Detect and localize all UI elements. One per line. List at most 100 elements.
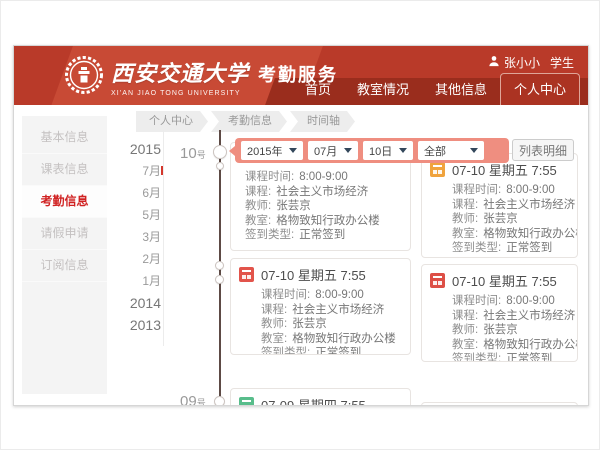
card-field-value: 正常签到 xyxy=(315,347,361,355)
card-pointer xyxy=(230,398,232,406)
sidebar-item-basic-info[interactable]: 基本信息 xyxy=(22,122,107,154)
card-field-value: 8:00-9:00 xyxy=(506,295,555,307)
month-nav-mar[interactable]: 3月 xyxy=(117,226,161,248)
chevron-down-icon xyxy=(399,148,407,153)
attendance-card: 07-09 星期四 7:55 xyxy=(230,388,411,406)
card-field-label: 课程: xyxy=(452,199,478,211)
sidebar-item-schedule-info[interactable]: 课表信息 xyxy=(22,154,107,186)
card-field: 教室:格物致知行政办公楼 xyxy=(261,332,402,347)
breadcrumb-timeline[interactable]: 时间轴 xyxy=(290,111,355,132)
card-header: 07-10 星期五 7:55 xyxy=(422,265,577,292)
sidebar-item-attendance-info[interactable]: 考勤信息 xyxy=(22,186,107,218)
nav-other-info[interactable]: 其他信息 xyxy=(422,74,500,105)
card-field-value: 张芸京 xyxy=(276,200,311,212)
card-field-value: 社会主义市场经济 xyxy=(483,199,575,211)
nav-home[interactable]: 首页 xyxy=(292,74,344,105)
sidebar: 基本信息 课表信息 考勤信息 请假申请 订阅信息 xyxy=(22,116,107,394)
card-field-label: 签到类型: xyxy=(245,229,294,241)
card-field: 课程: 社会主义市场经济 xyxy=(261,303,402,318)
attendance-card: 07-10 星期五 7:55 课程时间:8:00-9:00课程:社会主义市场经济… xyxy=(421,153,578,258)
attendance-card: 07-10 星期五 7:55 课程时间: 8:00-9:00 课程:社会主义市场经济… xyxy=(421,264,578,362)
year-nav-2015[interactable]: 2015 xyxy=(117,138,161,160)
month-nav-jul[interactable]: 7月 xyxy=(117,160,161,182)
sidebar-item-leave-request[interactable]: 请假申请 xyxy=(22,218,107,250)
card-field: 签到类型: 正常签到 xyxy=(261,346,402,355)
year-select[interactable]: 2015年 xyxy=(241,141,303,160)
list-detail-button[interactable]: 列表明细 xyxy=(512,139,574,161)
year-nav-divider xyxy=(163,130,164,346)
month-nav-jun[interactable]: 6月 xyxy=(117,182,161,204)
user-info[interactable]: 张小小 学生 xyxy=(488,54,574,71)
card-field-value: 格物致知行政办公楼 xyxy=(483,228,578,240)
year-nav-2014[interactable]: 2014 xyxy=(117,292,161,314)
sidebar-item-subscription-info[interactable]: 订阅信息 xyxy=(22,250,107,282)
card-field-label: 签到类型: xyxy=(452,353,501,362)
nav-classrooms[interactable]: 教室情况 xyxy=(344,74,422,105)
card-field: 课程时间:8:00-9:00 xyxy=(452,183,569,198)
card-field-value: 社会主义市场经济 xyxy=(276,186,368,198)
card-field: 签到类型: 正常签到 xyxy=(452,352,569,362)
user-icon xyxy=(488,55,500,70)
card-field-label: 教室: xyxy=(452,339,478,351)
card-field-value: 8:00-9:00 xyxy=(299,171,348,183)
breadcrumb-attendance-info[interactable]: 考勤信息 xyxy=(211,111,287,132)
calendar-icon xyxy=(239,267,254,282)
card-field-value: 张芸京 xyxy=(292,318,327,330)
attendance-card xyxy=(421,402,578,406)
day-select-value: 10日 xyxy=(369,143,392,159)
card-field: 课程:社会主义市场经济 xyxy=(452,198,569,213)
card-title: 07-09 星期四 7:55 xyxy=(261,395,366,406)
card-field-value: 社会主义市场经济 xyxy=(483,310,575,322)
university-name-cn: 西安交通大学 xyxy=(111,56,249,88)
month-nav-may[interactable]: 5月 xyxy=(117,204,161,226)
card-field-label: 教室: xyxy=(245,215,271,227)
card-field-value: 格物致知行政办公楼 xyxy=(483,339,578,351)
card-field-value: 张芸京 xyxy=(483,324,518,336)
card-field: 课程:社会主义市场经济 xyxy=(452,309,569,324)
chevron-down-icon xyxy=(344,148,352,153)
card-field-value: 社会主义市场经济 xyxy=(292,304,384,316)
card-field-label: 课程时间: xyxy=(452,295,501,307)
card-field: 教师: 张芸京 xyxy=(452,323,569,338)
card-field: 教室: 格物致知行政办公楼 xyxy=(245,214,402,229)
day-marker-09: 09号 xyxy=(180,393,206,406)
month-nav-feb[interactable]: 2月 xyxy=(117,248,161,270)
month-nav-jan[interactable]: 1月 xyxy=(117,270,161,292)
top-nav: 首页 教室情况 其他信息 个人中心 xyxy=(292,73,580,105)
timeline-node xyxy=(215,275,224,284)
year-nav-2013[interactable]: 2013 xyxy=(117,314,161,336)
card-field-label: 课程: xyxy=(245,186,271,198)
card-fields: 课程时间:8:00-9:00课程:社会主义市场经济教师:张芸京教室:格物致知行政… xyxy=(231,286,410,355)
timeline-year-nav: 2015 7月 6月 5月 3月 2月 1月 2014 2013 xyxy=(117,138,161,336)
category-select[interactable]: 全部 xyxy=(418,141,484,160)
chevron-down-icon xyxy=(470,148,478,153)
card-field: 教师:张芸京 xyxy=(452,212,569,227)
card-field-label: 签到类型: xyxy=(261,347,310,355)
card-field: 课程: 社会主义市场经济 xyxy=(245,185,402,200)
card-header: 07-10 星期五 7:55 xyxy=(231,259,410,286)
timeline-node xyxy=(216,162,224,170)
card-field: 课程时间:8:00-9:00 xyxy=(245,170,402,185)
current-month-marker xyxy=(161,166,163,175)
card-field-label: 教师: xyxy=(452,324,478,336)
day-select[interactable]: 10日 xyxy=(363,141,413,160)
card-field-label: 课程时间: xyxy=(452,184,501,196)
card-title: 07-10 星期五 7:55 xyxy=(261,265,366,284)
user-role: 学生 xyxy=(550,54,574,71)
chevron-down-icon xyxy=(289,148,297,153)
screenshot-frame: 西安交通大学 考勤服务 XI'AN JIAO TONG UNIVERSITY 张… xyxy=(0,0,600,450)
month-select[interactable]: 07月 xyxy=(308,141,358,160)
card-field: 课程时间:8:00-9:00 xyxy=(261,288,402,303)
card-field-label: 课程: xyxy=(261,304,287,316)
calendar-icon xyxy=(430,273,445,288)
card-fields: 课程时间: 8:00-9:00 课程:社会主义市场经济教师: 张芸京教室: 格物致知行政… xyxy=(422,292,577,362)
card-field-value: 正常签到 xyxy=(299,229,345,241)
breadcrumb-personal-center[interactable]: 个人中心 xyxy=(136,111,208,132)
card-field-label: 教师: xyxy=(452,213,478,225)
timeline-node xyxy=(215,261,224,270)
nav-personal-center[interactable]: 个人中心 xyxy=(500,73,580,105)
card-field-label: 教室: xyxy=(452,228,478,240)
card-field-value: 格物致知行政办公楼 xyxy=(276,215,380,227)
card-field-value: 正常签到 xyxy=(506,353,552,362)
card-field-label: 签到类型: xyxy=(452,242,501,254)
